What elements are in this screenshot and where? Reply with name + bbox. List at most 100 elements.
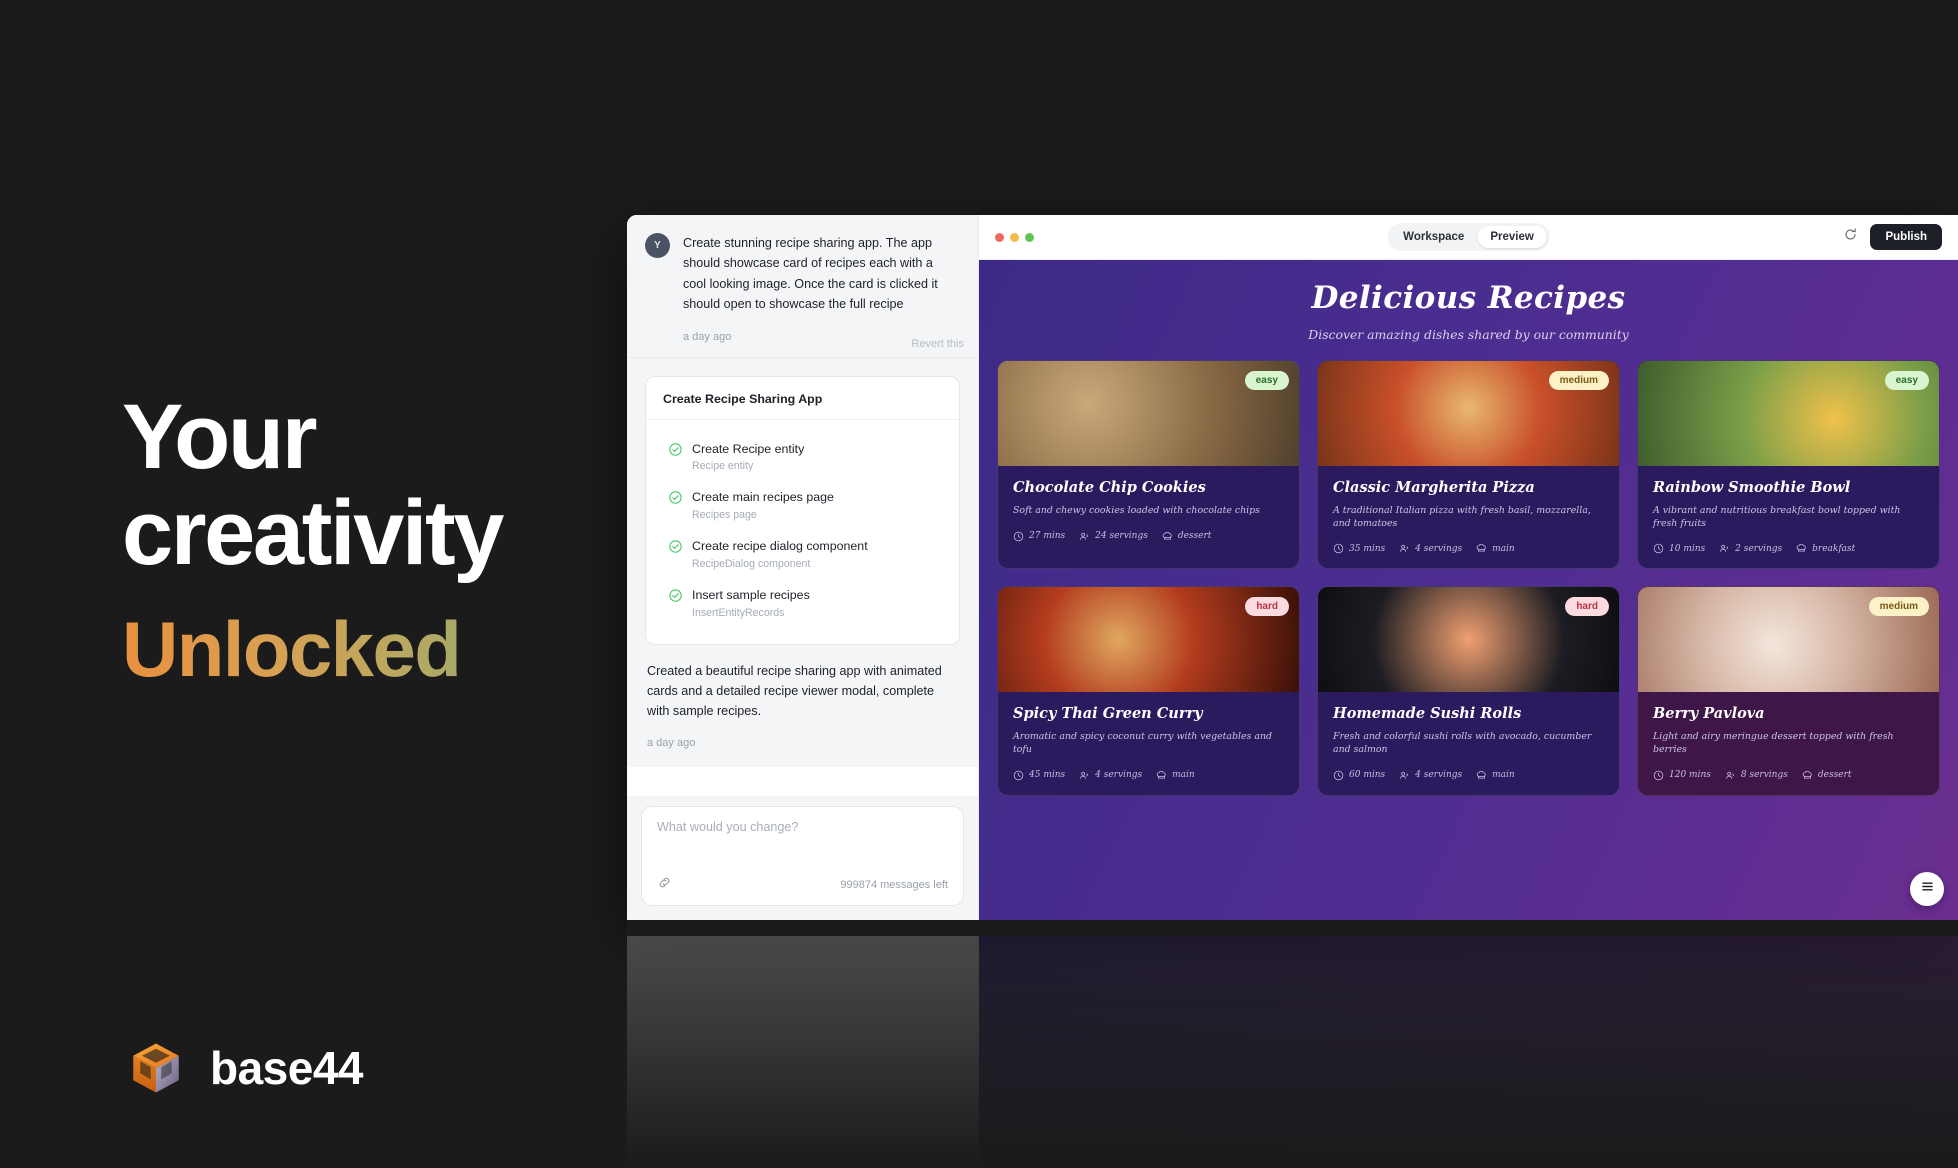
window-toolbar: Workspace Preview Publish [979,215,1958,260]
chef-hat-icon [1162,531,1172,540]
recipe-time: 10 mins [1653,543,1705,554]
task-list: Create Recipe entity Recipe entity Creat… [646,420,959,644]
recipe-servings: 2 servings [1719,543,1782,554]
difficulty-badge: hard [1245,597,1289,617]
recipe-image: hard [998,587,1299,693]
page-title: Delicious Recipes [1311,280,1626,316]
task-item[interactable]: Create Recipe entity Recipe entity [663,433,942,482]
chat-panel: Y Create stunning recipe sharing app. Th… [627,215,979,920]
screenshot-stage: Your creativity Unlocked base44 Y Create… [0,0,1958,1168]
recipe-description: A traditional Italian pizza with fresh b… [1333,505,1591,529]
recipe-servings: 8 servings [1725,770,1788,781]
tab-workspace[interactable]: Workspace [1390,226,1477,248]
recipe-category: breakfast [1796,543,1855,554]
recipe-grid: easy Chocolate Chip Cookies Soft and che… [979,360,1958,796]
recipe-card[interactable]: easy Rainbow Smoothie Bowl A vibrant and… [1637,360,1940,570]
clock-icon [1653,544,1664,554]
recipe-card[interactable]: easy Chocolate Chip Cookies Soft and che… [997,360,1300,570]
recipe-name: Spicy Thai Green Curry [1013,705,1203,723]
recipe-servings: 4 servings [1399,543,1462,554]
clock-icon [1333,770,1344,780]
people-icon [1400,771,1408,779]
chef-hat-icon [1476,544,1486,552]
window-reflection: What would you change? 999874 messages l… [627,936,1958,1168]
recipe-category: main [1476,543,1515,554]
link-icon[interactable] [657,875,672,895]
promo-headline: Your creativity Unlocked [122,389,642,690]
window-shadow-gap [627,920,1958,936]
recipe-servings: 4 servings [1079,770,1142,781]
menu-icon [1920,879,1935,899]
check-circle-icon [669,589,682,602]
view-mode-tabs: Workspace Preview [1387,223,1550,251]
assistant-message-text: Created a beautiful recipe sharing app w… [647,663,942,718]
minimize-window-dot[interactable] [1010,232,1019,242]
assistant-message-timestamp: a day ago [647,736,696,749]
difficulty-badge: hard [1565,597,1609,617]
check-circle-icon [669,540,682,553]
recipe-time: 60 mins [1333,770,1385,781]
menu-fab-button[interactable] [1910,872,1944,906]
task-item-sub: Recipes page [692,509,757,522]
check-circle-icon [669,442,682,456]
promo-line-2: creativity [122,481,504,584]
recipe-image: medium [1638,587,1939,693]
clock-icon [1333,544,1344,554]
people-icon [1726,771,1734,779]
close-window-dot[interactable] [995,232,1004,242]
messages-left-counter: 999874 messages left [840,879,948,891]
recipe-card[interactable]: medium Berry Pavlova Light and airy meri… [1637,586,1940,796]
composer-area: What would you change? 999874 messages l… [627,796,978,920]
task-item[interactable]: Insert sample recipes InsertEntityRecord… [663,579,942,628]
recipe-card[interactable]: medium Classic Margherita Pizza A tradit… [1317,360,1620,570]
recipe-image: easy [1638,361,1939,466]
difficulty-badge: medium [1868,597,1929,617]
revert-button[interactable]: Revert this [905,334,970,353]
brand-name: base44 [210,1042,364,1094]
task-item-label: Insert sample recipes [692,587,810,602]
recipe-image: medium [1318,361,1619,466]
clock-icon [1013,531,1024,541]
chef-hat-icon [1476,770,1486,779]
recipe-card[interactable]: hard Homemade Sushi Rolls Fresh and colo… [1317,586,1620,796]
task-item[interactable]: Create main recipes page Recipes page [663,481,942,530]
user-message: Y Create stunning recipe sharing app. Th… [627,215,978,357]
chef-hat-icon [1156,770,1166,779]
task-item[interactable]: Create recipe dialog component RecipeDia… [663,530,942,579]
difficulty-badge: medium [1548,371,1609,390]
recipe-image: easy [998,361,1299,466]
recipe-description: Light and airy meringue dessert topped w… [1653,731,1894,756]
people-icon [1720,545,1728,553]
promo-line-1: Your [122,386,318,488]
refresh-icon[interactable] [1843,227,1858,247]
recipe-time: 120 mins [1653,770,1711,781]
check-circle-icon [669,491,682,505]
maximize-window-dot[interactable] [1025,232,1034,242]
recipe-description: Aromatic and spicy coconut curry with ve… [1013,731,1272,756]
tab-preview[interactable]: Preview [1477,226,1547,248]
clock-icon [1013,770,1024,780]
difficulty-badge: easy [1244,371,1289,390]
recipe-name: Berry Pavlova [1653,705,1765,723]
chef-hat-icon [1796,544,1806,552]
preview-panel: Workspace Preview Publish Delicious Reci… [979,215,1958,920]
chat-scroll-area[interactable]: Y Create stunning recipe sharing app. Th… [627,215,978,796]
preview-viewport[interactable]: Delicious Recipes Discover amazing dishe… [979,260,1958,920]
recipe-name: Chocolate Chip Cookies [1013,479,1206,496]
recipe-time: 45 mins [1013,770,1065,781]
recipe-category: main [1156,770,1195,781]
task-card: Create Recipe Sharing App Create Recipe … [645,375,960,645]
clock-icon [1653,770,1664,780]
recipe-description: Fresh and colorful sushi rolls with avoc… [1333,731,1592,756]
recipe-card[interactable]: hard Spicy Thai Green Curry Aromatic and… [997,586,1300,796]
people-icon [1400,545,1408,553]
task-item-sub: InsertEntityRecords [692,606,785,619]
recipe-category: dessert [1162,531,1211,542]
composer[interactable]: What would you change? 999874 messages l… [641,806,964,906]
brand-lockup: base44 [128,1040,364,1096]
recipe-servings: 4 servings [1399,770,1462,781]
publish-button[interactable]: Publish [1870,224,1942,250]
recipe-servings: 24 servings [1079,531,1148,542]
chat-input[interactable]: What would you change? [657,820,948,834]
cube-logo-icon [128,1040,184,1096]
